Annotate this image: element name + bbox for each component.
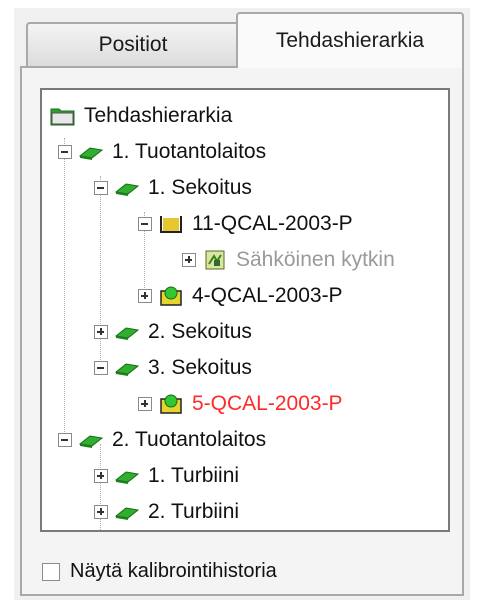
expand-icon[interactable] [94,469,108,483]
hierarchy-panel: Positiot Tehdashierarkia Tehdashierarkia [14,8,470,600]
tree-node-label: 4-QCAL-2003-P [192,284,343,307]
collapse-icon[interactable] [138,217,152,231]
device-icon [202,249,228,271]
tree-node-label: 2. Turbiini [148,500,240,523]
tree-line [64,138,65,438]
tree-node-position-11[interactable]: 11-QCAL-2003-P [138,206,353,242]
expand-icon[interactable] [138,289,152,303]
folder-icon [50,105,76,127]
expand-icon[interactable] [182,253,196,267]
tab-factory-hierarchy[interactable]: Tehdashierarkia [236,12,464,68]
tree-node-position-5[interactable]: 5-QCAL-2003-P [138,386,343,422]
collapse-icon[interactable] [58,145,72,159]
tree-node-mixing-3[interactable]: 3. Sekoitus [94,350,252,386]
tree-node-plant-1[interactable]: 1. Tuotantolaitos [58,134,266,170]
plant-icon [114,501,140,523]
tree-node-mixing-1[interactable]: 1. Sekoitus [94,170,252,206]
position-ok-icon [158,285,184,307]
plant-icon [114,357,140,379]
tree-node-label: 3. Sekoitus [148,356,252,379]
tree-node-position-4[interactable]: 4-QCAL-2003-P [138,278,343,314]
tree-node-turbine-1[interactable]: 1. Turbiini [94,458,239,494]
expand-icon[interactable] [94,505,108,519]
plant-icon [114,465,140,487]
tree-node-label: 1. Turbiini [148,464,240,487]
hierarchy-tree[interactable]: Tehdashierarkia 1. Tuotantolaitos 1. Sek… [40,88,450,532]
open-position-icon [158,213,184,235]
tree-node-label: 1. Sekoitus [148,176,252,199]
tree-node-label: 2. Sekoitus [148,320,252,343]
calibration-history-label: Näytä kalibrointihistoria [70,560,277,582]
collapse-icon[interactable] [94,181,108,195]
tree-node-plant-2[interactable]: 2. Tuotantolaitos [58,422,266,458]
tree-node-label: 5-QCAL-2003-P [192,392,343,415]
tree-node-label: 2. Tuotantolaitos [112,428,267,451]
plant-icon [114,321,140,343]
plant-icon [78,429,104,451]
collapse-icon[interactable] [94,361,108,375]
tree-node-label: 11-QCAL-2003-P [192,212,353,235]
expand-icon[interactable] [94,325,108,339]
calibration-history-checkbox[interactable] [42,562,60,581]
expand-icon[interactable] [138,397,152,411]
tree-node-device[interactable]: Sähköinen kytkin [182,242,395,278]
plant-icon [114,177,140,199]
tree-root[interactable]: Tehdashierarkia [50,98,232,134]
position-ok-icon [158,393,184,415]
calibration-history-option[interactable]: Näytä kalibrointihistoria [42,560,277,583]
tab-positions[interactable]: Positiot [26,22,240,66]
tree-node-turbine-2[interactable]: 2. Turbiini [94,494,239,530]
plant-icon [78,141,104,163]
tree-node-label: 1. Tuotantolaitos [112,140,267,163]
tree-root-label: Tehdashierarkia [84,104,233,127]
collapse-icon[interactable] [58,433,72,447]
tab-content: Tehdashierarkia 1. Tuotantolaitos 1. Sek… [20,66,464,596]
tree-node-label: Sähköinen kytkin [236,248,395,271]
tree-node-mixing-2[interactable]: 2. Sekoitus [94,314,252,350]
